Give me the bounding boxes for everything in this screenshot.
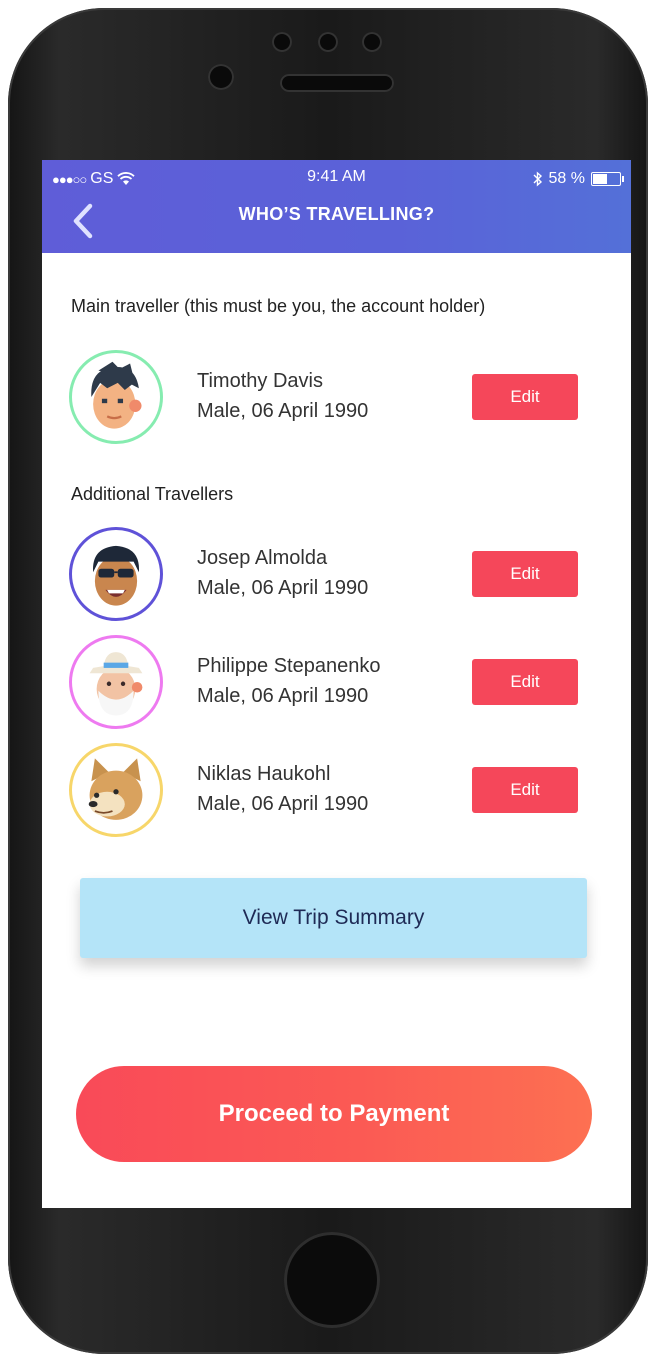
bluetooth-icon bbox=[533, 171, 542, 187]
status-battery: 58 % bbox=[533, 168, 624, 190]
avatar-niklas bbox=[69, 743, 163, 837]
battery-level bbox=[593, 174, 607, 184]
view-trip-summary-button[interactable]: View Trip Summary bbox=[80, 878, 587, 958]
app-screen: ●●●○○ GS 9:41 AM 58 % WHO’S TRAVELLING? … bbox=[42, 160, 631, 1208]
avatar-philippe bbox=[69, 635, 163, 729]
traveller-name: Josep Almolda bbox=[197, 547, 328, 569]
avatar-josep bbox=[69, 527, 163, 621]
earpiece-speaker bbox=[280, 74, 394, 92]
traveller-name: Philippe Stepanenko bbox=[197, 655, 381, 677]
battery-icon bbox=[591, 172, 624, 186]
traveller-name: Timothy Davis bbox=[197, 370, 323, 392]
proceed-to-payment-button[interactable]: Proceed to Payment bbox=[76, 1066, 592, 1162]
traveller-info: Male, 06 April 1990 bbox=[197, 685, 369, 707]
sensor-icon bbox=[362, 32, 382, 52]
edit-button-niklas[interactable]: Edit bbox=[472, 767, 578, 813]
edit-button-philippe[interactable]: Edit bbox=[472, 659, 578, 705]
man-sunglasses-face-icon bbox=[93, 545, 139, 606]
app-header: ●●●○○ GS 9:41 AM 58 % WHO’S TRAVELLING? bbox=[42, 160, 631, 253]
additional-travellers-heading: Additional Travellers bbox=[71, 484, 234, 504]
traveller-row: Philippe Stepanenko Male, 06 April 1990 … bbox=[42, 635, 631, 735]
dog-face-icon bbox=[88, 758, 143, 820]
traveller-info: Male, 06 April 1990 bbox=[197, 400, 369, 422]
main-traveller-heading: Main traveller (this must be you, the ac… bbox=[71, 296, 486, 316]
avatar-timothy bbox=[69, 350, 163, 444]
sensor-icon bbox=[272, 32, 292, 52]
traveller-name: Niklas Haukohl bbox=[197, 763, 331, 785]
traveller-row: Niklas Haukohl Male, 06 April 1990 Edit bbox=[42, 743, 631, 843]
edit-button-timothy[interactable]: Edit bbox=[472, 374, 578, 420]
traveller-row: Josep Almolda Male, 06 April 1990 Edit bbox=[42, 527, 631, 627]
traveller-row-main: Timothy Davis Male, 06 April 1990 Edit bbox=[42, 350, 631, 450]
sensor-icon bbox=[318, 32, 338, 52]
traveller-info: Male, 06 April 1990 bbox=[197, 577, 369, 599]
battery-percent: 58 % bbox=[548, 170, 585, 187]
edit-button-josep[interactable]: Edit bbox=[472, 551, 578, 597]
old-man-hat-face-icon bbox=[89, 652, 143, 716]
camera-icon bbox=[208, 64, 234, 90]
traveller-info: Male, 06 April 1990 bbox=[197, 793, 369, 815]
phone-frame: ●●●○○ GS 9:41 AM 58 % WHO’S TRAVELLING? … bbox=[8, 8, 648, 1354]
page-title: WHO’S TRAVELLING? bbox=[238, 204, 435, 224]
home-button[interactable] bbox=[284, 1232, 380, 1328]
man-face-icon bbox=[91, 361, 142, 429]
